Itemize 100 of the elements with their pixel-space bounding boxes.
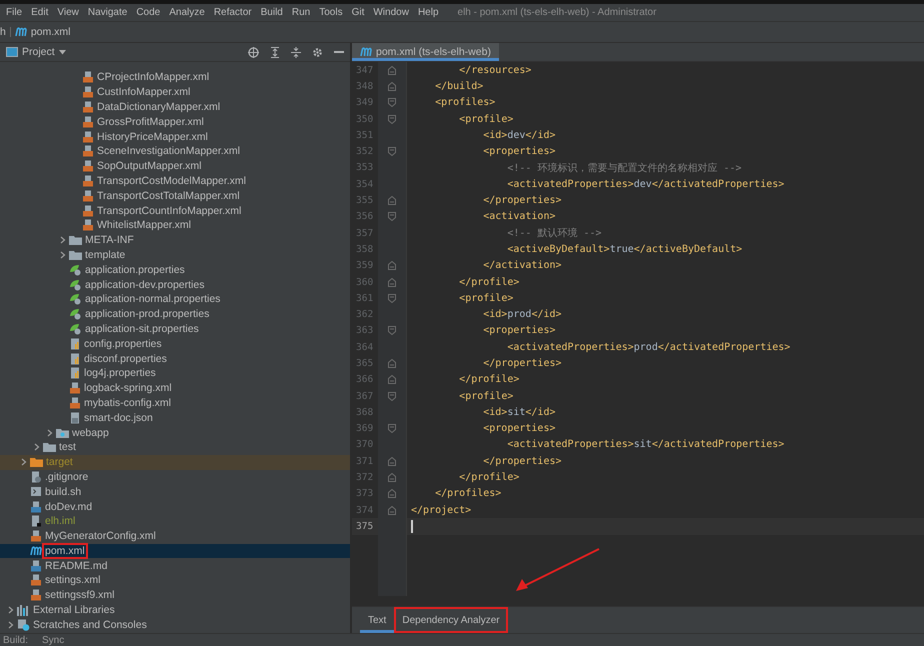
tree-item[interactable]: .gitignore	[0, 470, 350, 484]
tree-item[interactable]: doDev.md	[0, 499, 350, 514]
fold-icon[interactable]	[388, 196, 396, 206]
fold-icon[interactable]	[388, 66, 396, 75]
fold-icon[interactable]	[388, 261, 396, 270]
menu-item[interactable]: File	[6, 7, 22, 18]
tree-item[interactable]: DataDictionaryMapper.xml	[0, 100, 350, 114]
settings-icon[interactable]	[312, 46, 323, 58]
menu-item[interactable]: Git	[352, 7, 364, 18]
fold-icon[interactable]	[388, 114, 396, 124]
xml-file-icon	[82, 160, 94, 172]
file-name: smart-doc.json	[83, 412, 154, 424]
tree-item[interactable]: application-prod.properties	[0, 306, 350, 322]
fold-icon[interactable]	[388, 375, 396, 384]
locate-icon[interactable]	[248, 46, 259, 58]
fold-icon[interactable]	[388, 424, 396, 434]
fold-icon[interactable]	[388, 278, 396, 286]
code-line: </properties>	[482, 456, 562, 467]
fold-icon[interactable]	[388, 212, 396, 222]
menu-item[interactable]: Window	[373, 7, 409, 18]
editor-view-tab[interactable]: Text	[360, 607, 394, 633]
tree-item[interactable]: smart-doc.json	[0, 410, 350, 426]
file-name: TransportCostModelMapper.xml	[96, 174, 247, 187]
tree-item[interactable]: pom.xml	[0, 544, 350, 558]
menu-item[interactable]: View	[57, 7, 79, 18]
project-view-dropdown[interactable]: Project	[22, 46, 66, 58]
breadcrumb-item[interactable]: h	[0, 26, 6, 38]
tree-item[interactable]: build.sh	[0, 484, 350, 500]
tree-item[interactable]: target	[0, 454, 350, 470]
tree-item[interactable]: CustInfoMapper.xml	[0, 84, 350, 100]
code-line: </build>	[434, 80, 484, 92]
file-name: settingssf9.xml	[44, 589, 116, 602]
tree-item[interactable]: settings.xml	[0, 573, 350, 588]
tree-item[interactable]: application.properties	[0, 262, 350, 278]
tree-item[interactable]: application-normal.properties	[0, 292, 350, 307]
tree-item[interactable]: test	[0, 440, 350, 455]
json-file-icon	[69, 412, 81, 424]
tree-item[interactable]: Scratches and Consoles	[0, 617, 350, 632]
fold-icon[interactable]	[388, 147, 396, 156]
tree-item[interactable]: log4j.properties	[0, 366, 350, 381]
fold-icon[interactable]	[388, 489, 396, 498]
menu-item[interactable]: Refactor	[214, 7, 252, 18]
tree-item[interactable]: application-sit.properties	[0, 322, 350, 336]
fold-icon[interactable]	[388, 506, 396, 515]
tree-item[interactable]: TransportCountInfoMapper.xml	[0, 203, 350, 218]
menu-item[interactable]: Analyze	[169, 7, 205, 18]
file-name: logback-spring.xml	[83, 382, 173, 394]
minimize-icon[interactable]	[334, 50, 344, 54]
tree-item[interactable]: template	[0, 248, 350, 262]
breadcrumb-item[interactable]: pom.xml	[30, 26, 71, 38]
tree-item[interactable]: logback-spring.xml	[0, 380, 350, 396]
tree-item[interactable]: GrossProfitMapper.xml	[0, 114, 350, 130]
tree-item[interactable]: config.properties	[0, 336, 350, 352]
file-name: disconf.properties	[83, 352, 168, 365]
fold-icon[interactable]	[388, 456, 396, 466]
tree-item[interactable]: application-dev.properties	[0, 277, 350, 292]
fold-icon[interactable]	[388, 358, 396, 368]
fold-icon[interactable]	[388, 392, 396, 401]
tree-item[interactable]: MyGeneratorConfig.xml	[0, 528, 350, 544]
fold-icon[interactable]	[388, 82, 396, 91]
menu-item[interactable]: Run	[292, 7, 310, 18]
collapse-all-icon[interactable]	[291, 46, 301, 58]
tree-item[interactable]: HistoryPriceMapper.xml	[0, 129, 350, 144]
tree-item[interactable]: disconf.properties	[0, 351, 350, 366]
tree-item[interactable]: settingssf9.xml	[0, 588, 350, 603]
tree-item[interactable]: TransportCostModelMapper.xml	[0, 174, 350, 188]
menu-item[interactable]: Code	[136, 7, 160, 18]
tree-item[interactable]: WhitelistMapper.xml	[0, 218, 350, 233]
folder-icon	[30, 457, 43, 468]
menu-item[interactable]: Edit	[31, 7, 48, 18]
tree-item[interactable]: META-INF	[0, 232, 350, 248]
line-number: 356	[355, 211, 374, 222]
editor-tab[interactable]: pom.xml (ts-els-elh-web)	[352, 43, 499, 61]
tree-item[interactable]: elh.iml	[0, 514, 350, 529]
tree-item[interactable]: webapp	[0, 425, 350, 440]
menu-item[interactable]: Help	[418, 7, 439, 18]
menu-item[interactable]: Build	[260, 7, 283, 18]
folder-icon	[43, 442, 56, 452]
fold-icon[interactable]	[388, 326, 396, 336]
tree-item[interactable]: mybatis-config.xml	[0, 396, 350, 410]
editor-view-tab[interactable]: Dependency Analyzer	[394, 607, 508, 633]
build-tab[interactable]: Sync	[42, 634, 64, 646]
tree-item[interactable]: SopOutputMapper.xml	[0, 158, 350, 174]
fold-icon[interactable]	[388, 294, 396, 303]
code-line: </profile>	[458, 276, 520, 288]
tree-item[interactable]: TransportCostTotalMapper.xml	[0, 188, 350, 204]
line-number: 363	[355, 325, 374, 336]
file-name: TransportCostTotalMapper.xml	[96, 190, 241, 202]
maven-icon	[360, 47, 372, 57]
tree-item[interactable]: README.md	[0, 558, 350, 574]
expand-all-icon[interactable]	[270, 46, 280, 58]
tree-item[interactable]: External Libraries	[0, 602, 350, 618]
menu-item[interactable]: Navigate	[88, 7, 128, 18]
tree-item[interactable]: SceneInvestigationMapper.xml	[0, 144, 350, 159]
properties-file-icon	[69, 264, 82, 276]
menu-item[interactable]: Tools	[319, 7, 343, 18]
tree-item[interactable]: CProjectInfoMapper.xml	[0, 70, 350, 85]
folder-icon	[56, 428, 69, 438]
fold-icon[interactable]	[388, 473, 396, 482]
fold-icon[interactable]	[388, 98, 396, 108]
